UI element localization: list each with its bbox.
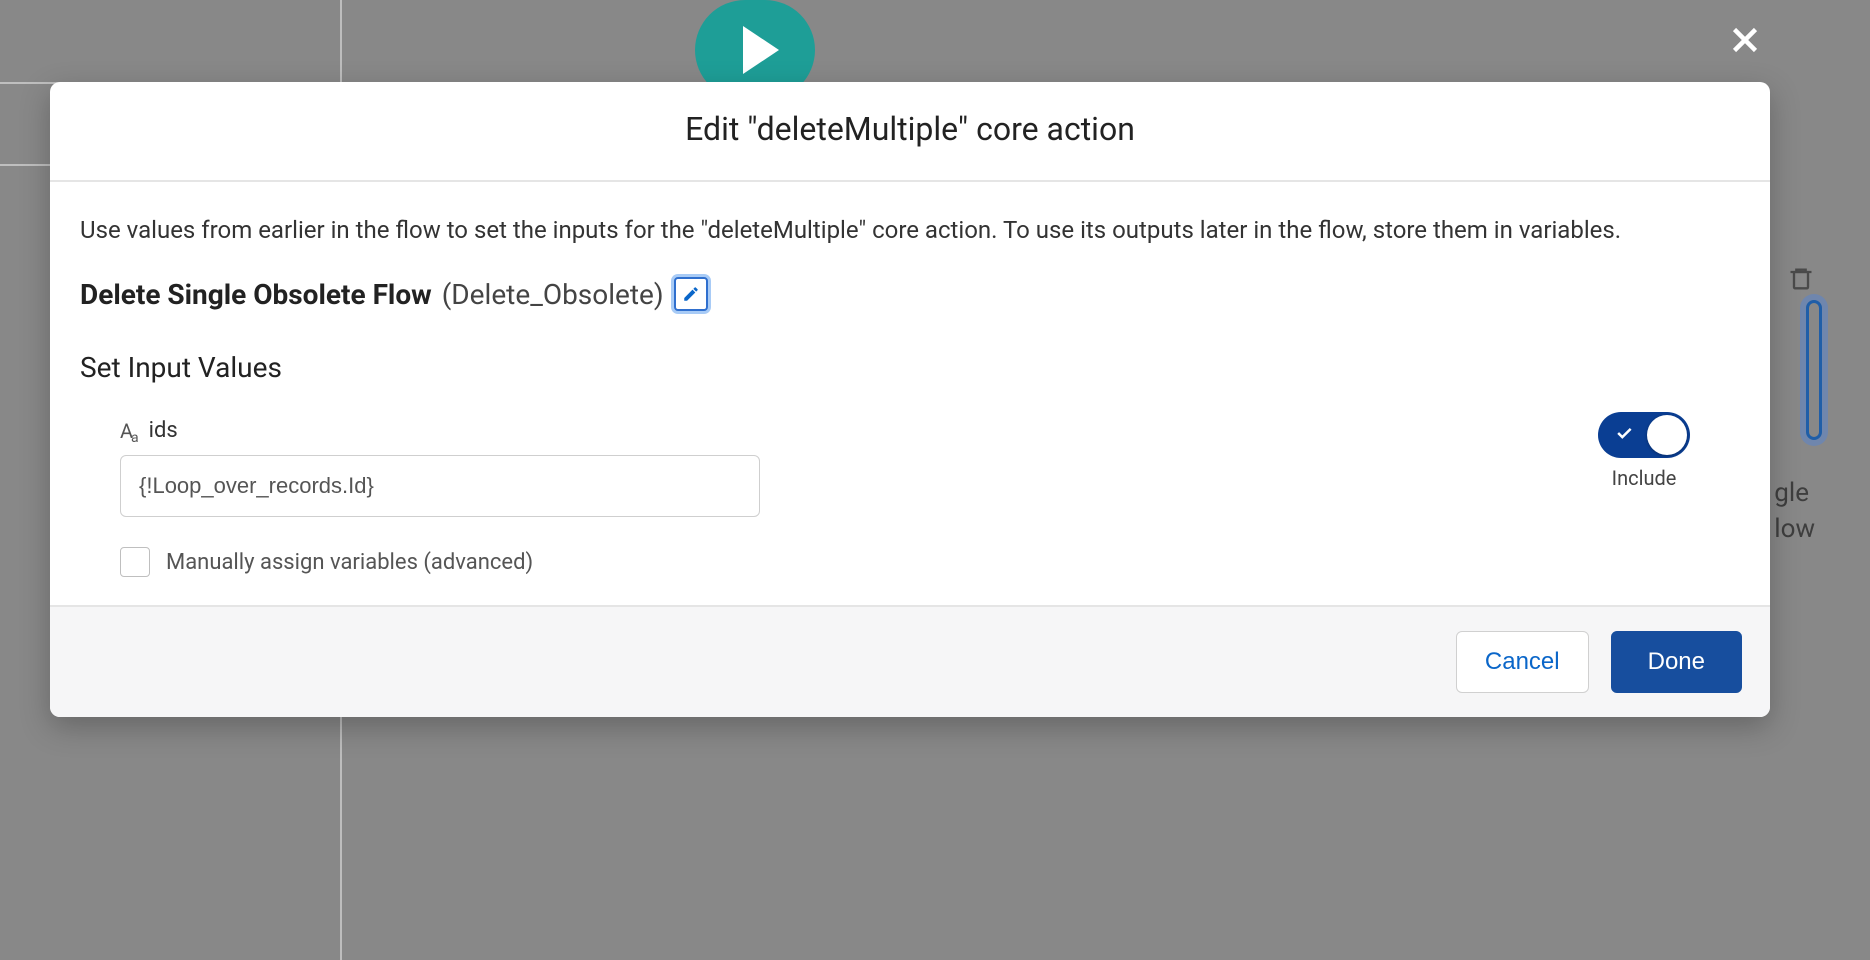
modal-title: Edit "deleteMultiple" core action	[80, 110, 1740, 148]
modal-intro-text: Use values from earlier in the flow to s…	[80, 212, 1740, 249]
bg-node-text: gle low	[1774, 475, 1815, 548]
toggle-knob	[1647, 415, 1687, 455]
input-label-ids: ids	[149, 418, 178, 443]
done-button[interactable]: Done	[1611, 631, 1742, 693]
advanced-checkbox[interactable]	[120, 547, 150, 577]
input-block-ids: Aa ids Include	[80, 418, 1740, 517]
modal-footer: Cancel Done	[50, 605, 1770, 717]
bg-node-text-line: gle	[1774, 478, 1809, 508]
pencil-icon	[682, 285, 700, 303]
text-type-icon: Aa	[120, 419, 137, 443]
selected-node-outline	[1806, 300, 1822, 440]
advanced-checkbox-label: Manually assign variables (advanced)	[166, 550, 533, 575]
include-toggle[interactable]	[1598, 412, 1690, 458]
edit-name-button[interactable]	[674, 277, 708, 311]
element-api-name: (Delete_Obsolete)	[442, 278, 664, 311]
modal-header: Edit "deleteMultiple" core action	[50, 82, 1770, 182]
include-toggle-label: Include	[1612, 466, 1677, 490]
trash-icon	[1787, 265, 1815, 297]
element-label: Delete Single Obsolete Flow	[80, 278, 432, 311]
close-icon	[1727, 22, 1763, 58]
check-icon	[1614, 423, 1634, 447]
bg-node-text-line: low	[1774, 514, 1815, 544]
advanced-checkbox-row: Manually assign variables (advanced)	[80, 547, 1740, 577]
close-button[interactable]	[1720, 15, 1770, 65]
section-heading: Set Input Values	[80, 351, 1740, 384]
cancel-button[interactable]: Cancel	[1456, 631, 1589, 693]
edit-action-modal: Edit "deleteMultiple" core action Use va…	[50, 82, 1770, 717]
ids-input[interactable]	[120, 455, 760, 517]
element-name-row: Delete Single Obsolete Flow (Delete_Obso…	[80, 277, 1740, 311]
modal-body: Use values from earlier in the flow to s…	[50, 182, 1770, 605]
